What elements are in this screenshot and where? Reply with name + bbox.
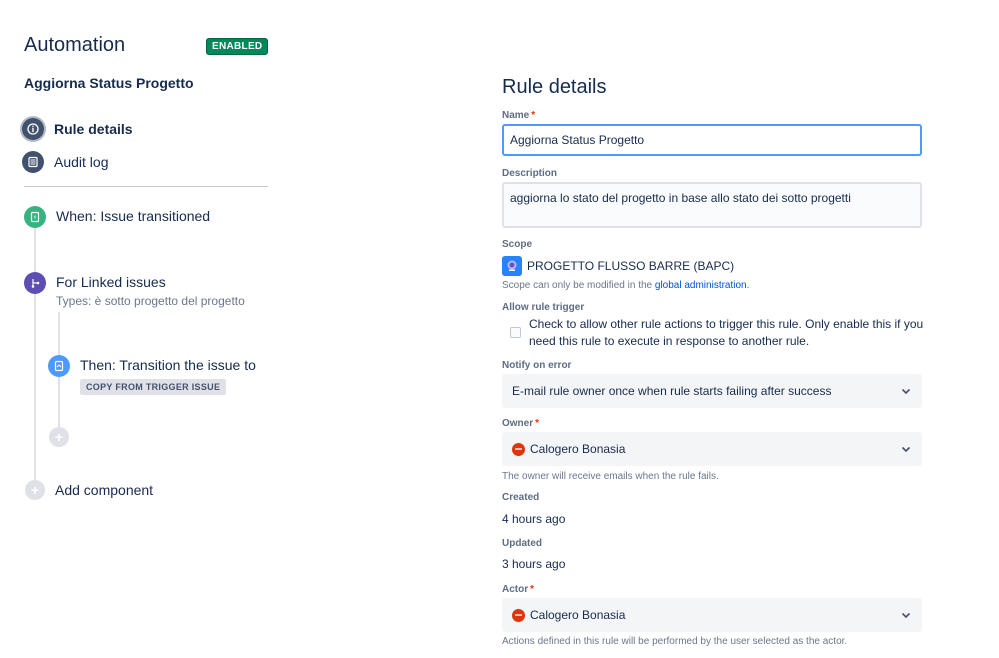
description-input[interactable]: aggiorna lo stato del progetto in base a…: [502, 182, 922, 228]
plus-icon: +: [25, 480, 45, 500]
chevron-down-icon: [901, 446, 911, 453]
created-value: 4 hours ago: [502, 512, 566, 526]
app-title: Automation: [24, 34, 126, 56]
trigger-title: When: Issue transitioned: [56, 208, 211, 224]
updated-label: Updated: [502, 538, 542, 549]
nav-audit-log-label: Audit log: [54, 154, 109, 170]
nav-rule-details-label: Rule details: [54, 121, 133, 137]
chevron-down-icon: [901, 388, 911, 395]
allow-trigger-checkbox[interactable]: [510, 327, 521, 338]
branch-title: For Linked issues: [56, 274, 166, 290]
action-chip: COPY FROM TRIGGER ISSUE: [80, 379, 227, 395]
scope-help: Scope can only be modified in the global…: [502, 280, 750, 291]
flow-connector-main: [34, 228, 36, 490]
allow-trigger-text: Check to allow other rule actions to tri…: [529, 317, 924, 348]
global-administration-link[interactable]: global administration: [655, 280, 747, 291]
owner-value: Calogero Bonasia: [530, 442, 626, 456]
branch-component[interactable]: For Linked issues Types: è sotto progett…: [24, 272, 245, 308]
notify-select[interactable]: E-mail rule owner once when rule starts …: [502, 374, 922, 408]
add-component-button[interactable]: + Add component: [25, 480, 153, 500]
description-label: Description: [502, 168, 558, 179]
plus-icon: +: [54, 429, 64, 445]
name-input[interactable]: Aggiorna Status Progetto: [502, 124, 922, 156]
name-input-value: Aggiorna Status Progetto: [510, 133, 645, 147]
divider: [24, 186, 268, 187]
actor-help: Actions defined in this rule will be per…: [502, 636, 848, 647]
branch-icon: [24, 272, 46, 294]
trigger-component[interactable]: When: Issue transitioned: [24, 206, 210, 228]
action-title: Then: Transition the issue to: [80, 357, 256, 373]
project-icon: [502, 256, 522, 276]
owner-help: The owner will receive emails when the r…: [502, 471, 719, 482]
list-icon: [22, 151, 44, 173]
notify-value: E-mail rule owner once when rule starts …: [512, 384, 832, 398]
rule-sidebar: Automation ENABLED Aggiorna Status Proge…: [0, 0, 290, 658]
status-badge: ENABLED: [206, 38, 269, 55]
notify-label: Notify on error: [502, 360, 572, 371]
scope-value: PROGETTO FLUSSO BARRE (BAPC): [502, 256, 734, 276]
chevron-down-icon: [901, 612, 911, 619]
panel-title: Rule details: [502, 76, 607, 98]
branch-subtitle: Types: è sotto progetto del progetto: [56, 294, 245, 308]
doc-transition-icon: [48, 355, 70, 377]
avatar: [512, 608, 525, 622]
nav-audit-log[interactable]: Audit log: [22, 151, 108, 173]
actor-select[interactable]: Calogero Bonasia: [502, 598, 922, 632]
created-label: Created: [502, 492, 540, 503]
owner-select[interactable]: Calogero Bonasia: [502, 432, 922, 466]
lightning-doc-icon: [24, 206, 46, 228]
add-component-label: Add component: [55, 482, 154, 498]
info-icon: [22, 118, 44, 140]
name-label: Name *: [502, 110, 536, 121]
avatar: [512, 442, 525, 456]
rule-name: Aggiorna Status Progetto: [24, 75, 194, 91]
scope-text: PROGETTO FLUSSO BARRE (BAPC): [527, 259, 735, 273]
add-action-button[interactable]: +: [49, 427, 69, 447]
actor-value: Calogero Bonasia: [530, 608, 626, 622]
allow-trigger-label: Allow rule trigger: [502, 302, 585, 313]
action-component[interactable]: Then: Transition the issue to COPY FROM …: [48, 355, 256, 395]
owner-label: Owner *: [502, 418, 540, 429]
updated-value: 3 hours ago: [502, 557, 566, 571]
nav-rule-details[interactable]: Rule details: [22, 118, 133, 140]
description-input-value: aggiorna lo stato del progetto in base a…: [510, 191, 851, 205]
scope-label: Scope: [502, 239, 533, 250]
actor-label: Actor *: [502, 584, 535, 595]
